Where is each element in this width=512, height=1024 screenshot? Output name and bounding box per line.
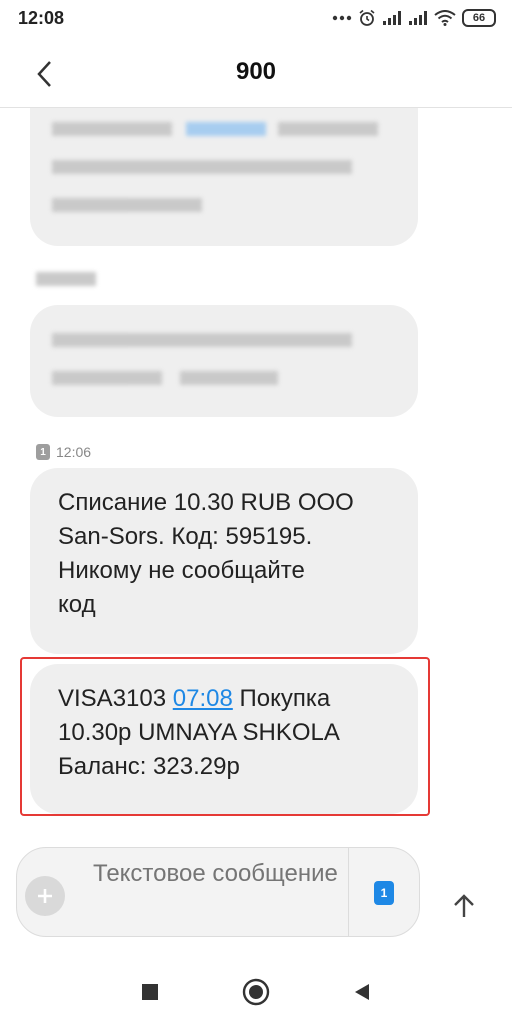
status-time: 12:08 <box>18 7 65 28</box>
navigation-bar <box>0 960 512 1024</box>
redacted-timestamp <box>36 272 96 286</box>
battery-level: 66 <box>462 9 496 27</box>
more-icon <box>332 15 352 21</box>
status-icons: 66 <box>332 9 496 27</box>
message-input[interactable] <box>93 858 343 928</box>
recents-square-icon <box>142 984 158 1000</box>
send-button[interactable] <box>446 888 482 924</box>
message-line: VISA3103 07:08 Покупка <box>58 682 390 716</box>
redacted-message-bubble <box>30 305 418 417</box>
back-triangle-icon <box>355 984 369 1000</box>
attach-button[interactable] <box>25 876 65 916</box>
message-bubble[interactable]: Списание 10.30 RUB ООО San-Sors. Код: 59… <box>30 468 418 654</box>
wifi-icon <box>434 10 456 26</box>
message-line: Списание 10.30 RUB ООО <box>58 489 354 516</box>
message-line: Никому не сообщайте <box>58 557 305 584</box>
back-nav-button[interactable] <box>348 978 376 1006</box>
recents-button[interactable] <box>136 978 164 1006</box>
page-title: 900 <box>235 58 277 85</box>
signal-icon <box>409 11 427 25</box>
battery-icon: 66 <box>462 9 496 27</box>
home-circle-icon <box>242 978 270 1006</box>
timestamp-text: 12:06 <box>56 444 92 460</box>
message-line: Баланс: 323.29р <box>58 753 240 780</box>
card-label: VISA3103 <box>58 685 173 712</box>
home-button[interactable] <box>242 978 270 1006</box>
redacted-message-bubble <box>30 108 418 246</box>
arrow-up-icon <box>454 894 474 917</box>
plus-icon <box>38 889 52 903</box>
message-timestamp: 1 12:06 <box>36 444 91 460</box>
message-line: код <box>58 591 96 618</box>
message-composer: 1 <box>16 847 420 937</box>
conversation-header: 900 <box>0 36 512 108</box>
message-bubble[interactable]: VISA3103 07:08 Покупка 10.30р UMNAYA SHK… <box>30 664 418 814</box>
alarm-icon <box>359 9 375 26</box>
time-link[interactable]: 07:08 <box>173 685 233 712</box>
sim-badge: 1 <box>36 444 50 460</box>
status-bar: 12:08 66 <box>0 0 512 36</box>
message-line: 10.30р UMNAYA SHKOLA <box>58 719 340 746</box>
message-line: San-Sors. Код: 595195. <box>58 523 313 550</box>
purchase-label: Покупка <box>232 685 331 712</box>
sim-select-button[interactable]: 1 <box>374 881 394 905</box>
signal-icon <box>383 11 401 25</box>
composer-divider <box>348 848 349 936</box>
